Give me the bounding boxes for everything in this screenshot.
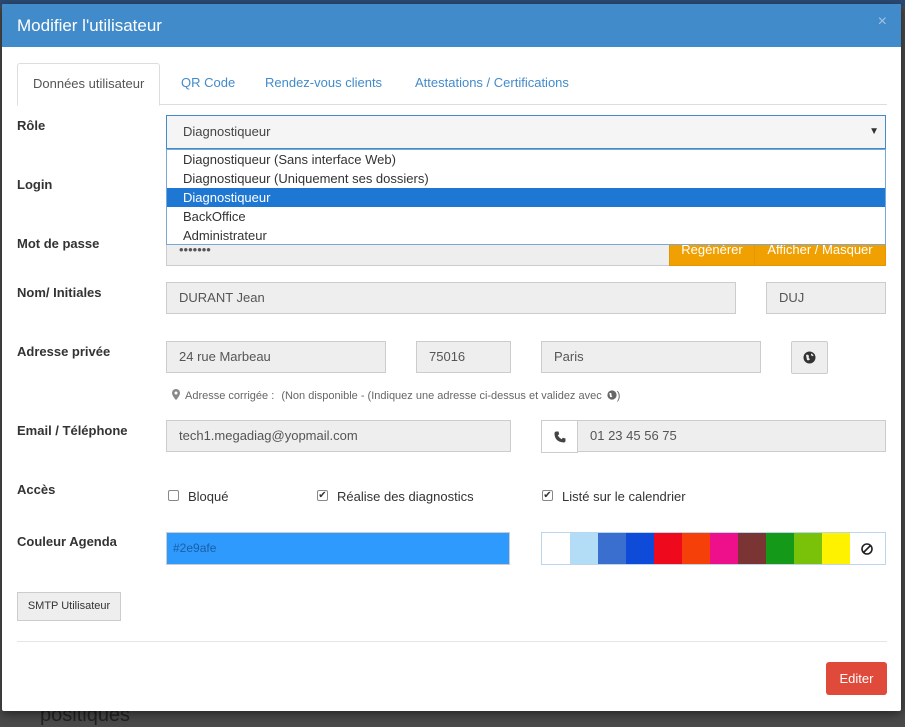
role-option[interactable]: Diagnostiqueur (Sans interface Web) [167, 150, 885, 169]
tab-user-data[interactable]: Données utilisateur [17, 63, 161, 106]
city-field[interactable]: Paris [541, 341, 761, 373]
phone-icon [554, 431, 566, 443]
role-select[interactable]: Diagnostiqueur ▼ [166, 115, 886, 149]
color-swatch-blue[interactable] [626, 533, 654, 564]
color-swatch-orange[interactable] [682, 533, 710, 564]
role-selected-value: Diagnostiqueur [183, 124, 271, 139]
edit-user-modal: Modifier l'utilisateur × Données utilisa… [2, 4, 901, 711]
close-icon[interactable]: × [878, 13, 887, 31]
email-phone-label: Email / Téléphone [17, 423, 128, 438]
color-swatch-pink[interactable] [710, 533, 738, 564]
role-option[interactable]: Diagnostiqueur (Uniquement ses dossiers) [167, 169, 885, 188]
street-field[interactable]: 24 rue Marbeau [166, 341, 386, 373]
blocked-option[interactable]: Bloqué [168, 488, 288, 506]
initials-field[interactable]: DUJ [766, 282, 886, 314]
footer-divider [17, 641, 887, 642]
role-dropdown-list: Diagnostiqueur (Sans interface Web) Diag… [166, 149, 886, 245]
caret-down-icon: ▼ [869, 126, 879, 137]
on-calendar-checkbox[interactable]: ✔ [542, 490, 553, 501]
address-hint: Adresse corrigée : (Non disponible - (In… [172, 389, 620, 402]
ban-icon [861, 543, 873, 555]
does-diagnostics-checkbox[interactable]: ✔ [317, 490, 328, 501]
calendar-color-label: Couleur Agenda [17, 534, 117, 549]
role-option[interactable]: Administrateur [167, 226, 885, 245]
does-diagnostics-option[interactable]: ✔ Réalise des diagnostics [317, 488, 517, 506]
color-swatch-brown[interactable] [738, 533, 766, 564]
phone-addon [541, 420, 578, 453]
color-swatch-lime[interactable] [794, 533, 822, 564]
hint-label: Adresse corrigée : [185, 390, 275, 402]
tab-certifications[interactable]: Attestations / Certifications [400, 63, 584, 103]
modal-title: Modifier l'utilisateur [17, 16, 162, 35]
role-label: Rôle [17, 118, 46, 133]
phone-field[interactable]: 01 23 45 56 75 [577, 420, 886, 452]
role-option-highlighted[interactable]: Diagnostiqueur [167, 188, 885, 207]
login-label: Login [17, 177, 53, 192]
color-swatch-green[interactable] [766, 533, 794, 564]
no-color-swatch[interactable] [850, 533, 885, 564]
on-calendar-option[interactable]: ✔ Listé sur le calendrier [542, 488, 742, 506]
email-field[interactable]: tech1.megadiag@yopmail.com [166, 420, 511, 452]
edit-button[interactable]: Editer [826, 662, 887, 695]
color-palette [541, 532, 886, 565]
name-label: Nom/ Initiales [17, 285, 102, 300]
full-name-field[interactable]: DURANT Jean [166, 282, 736, 314]
postcode-field[interactable]: 75016 [416, 341, 511, 373]
address-label: Adresse privée [17, 344, 111, 359]
color-swatch-white[interactable] [542, 533, 570, 564]
role-option[interactable]: BackOffice [167, 207, 885, 226]
geocode-button[interactable] [791, 341, 828, 374]
access-label: Accès [17, 482, 56, 497]
color-swatch-medium-blue[interactable] [598, 533, 626, 564]
password-label: Mot de passe [17, 236, 100, 251]
blocked-checkbox[interactable] [168, 490, 179, 501]
globe-icon [803, 351, 816, 364]
globe-icon [607, 390, 617, 400]
hint-text: (Non disponible - (Indiquez une adresse … [281, 390, 602, 402]
tab-qr-code[interactable]: QR Code [166, 63, 250, 103]
on-calendar-label: Listé sur le calendrier [562, 489, 686, 504]
color-swatch-red[interactable] [654, 533, 682, 564]
color-swatch-yellow[interactable] [822, 533, 850, 564]
modal-header: Modifier l'utilisateur × [2, 4, 901, 47]
map-marker-icon [172, 389, 180, 400]
tab-bar: Données utilisateur QR Code Rendez-vous … [17, 63, 887, 106]
tab-client-appointments[interactable]: Rendez-vous clients [250, 63, 397, 103]
blocked-label: Bloqué [188, 489, 229, 504]
smtp-user-button[interactable]: SMTP Utilisateur [17, 592, 121, 621]
calendar-color-input[interactable]: #2e9afe [166, 532, 510, 565]
color-swatch-light-blue[interactable] [570, 533, 598, 564]
does-diagnostics-label: Réalise des diagnostics [337, 489, 474, 504]
hint-end: ) [616, 390, 621, 402]
